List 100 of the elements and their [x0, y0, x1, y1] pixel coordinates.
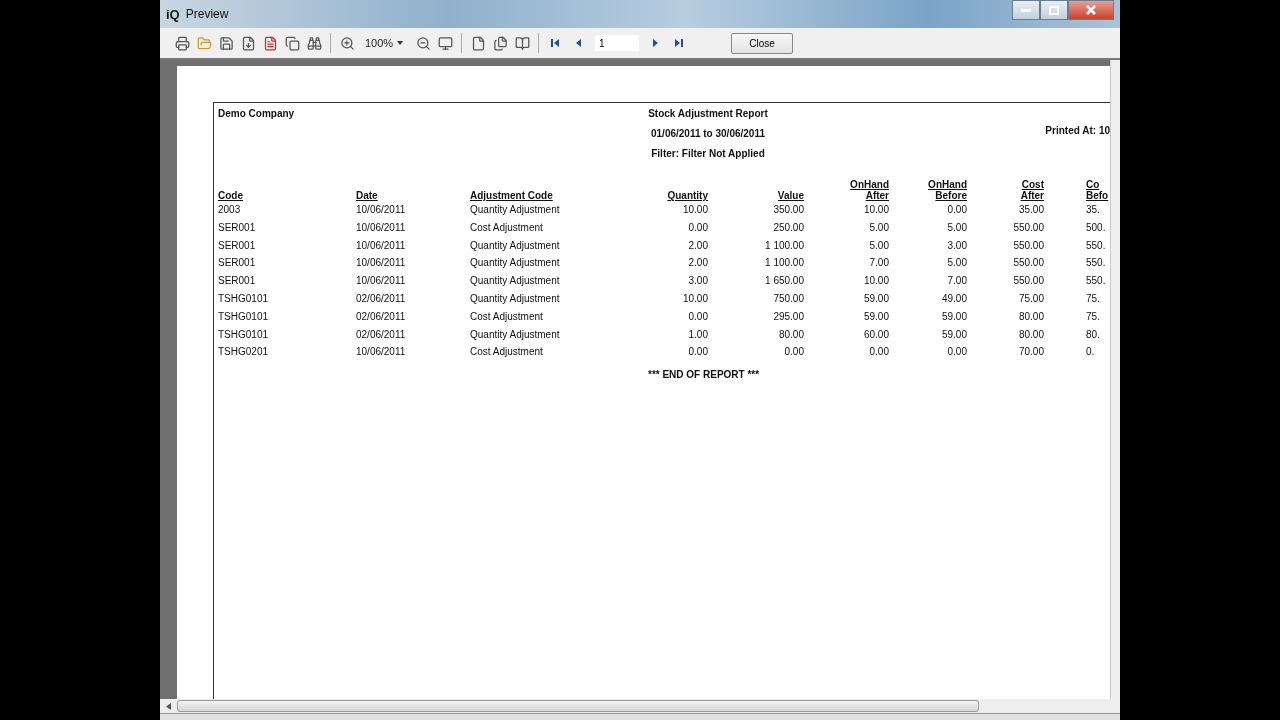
- table-cell-text: 7.00: [868, 256, 889, 271]
- column-header: Co Befo: [1085, 178, 1110, 201]
- table-cell-text: 10/06/2011: [356, 203, 407, 217]
- column-header: Code: [218, 189, 244, 201]
- table-cell-text: 2.00: [687, 256, 708, 271]
- table-cell-text: 35.: [1085, 203, 1101, 217]
- page-number-field[interactable]: 1: [595, 35, 639, 51]
- table-cell-text: 80.: [1085, 327, 1101, 342]
- table-cell-text: 59.00: [862, 292, 889, 306]
- table-cell-text: 550.00: [1012, 220, 1044, 235]
- table-cell-text: 0.00: [946, 203, 967, 217]
- table-cell-text: 1 100.00: [764, 256, 804, 271]
- table-cell-text: 80.00: [1017, 309, 1044, 324]
- table-cell-text: 59.00: [940, 309, 967, 324]
- column-header: OnHand After: [849, 178, 889, 201]
- table-cell-text: SER001: [218, 274, 257, 289]
- close-window-button[interactable]: [1068, 0, 1114, 20]
- table-cell-text: Quantity Adjustment: [470, 327, 561, 342]
- table-cell-text: 5.00: [946, 256, 967, 271]
- table-cell-text: Cost Adjustment: [470, 309, 544, 324]
- table-cell-text: 10/06/2011: [356, 220, 407, 235]
- table-cell-text: TSHG0101: [218, 292, 270, 306]
- table-cell-text: Quantity Adjustment: [470, 292, 561, 306]
- table-cell-text: 1 650.00: [764, 274, 804, 289]
- table-cell-text: 60.00: [862, 327, 889, 342]
- table-cell-text: 75.: [1085, 309, 1101, 324]
- table-cell-text: Quantity Adjustment: [470, 256, 561, 271]
- column-header: Date: [356, 189, 379, 201]
- table-cell-text: 75.00: [1017, 292, 1044, 306]
- table-cell-text: 0.: [1085, 345, 1096, 360]
- report-period: 01/06/2011 to 30/06/2011: [651, 128, 765, 139]
- report-filter: Filter: Filter Not Applied: [651, 148, 765, 159]
- table-cell-text: 0.00: [687, 220, 708, 235]
- close-icon: [1086, 5, 1096, 15]
- company-name: Demo Company: [218, 108, 296, 121]
- table-cell-text: 0.00: [783, 345, 804, 360]
- dropdown-caret-icon: [397, 41, 404, 45]
- minimize-icon: [1021, 8, 1031, 12]
- table-cell-text: 550.00: [1012, 238, 1044, 253]
- table-cell-text: TSHG0101: [218, 309, 270, 324]
- table-cell-text: 550.: [1085, 274, 1107, 289]
- maximize-button[interactable]: [1040, 0, 1068, 20]
- table-cell-text: Cost Adjustment: [470, 345, 544, 360]
- vertical-scrollbar[interactable]: [1110, 60, 1120, 699]
- table-cell-text: 7.00: [946, 274, 967, 289]
- table-cell-text: 750.00: [772, 292, 804, 306]
- table-cell-text: 10.00: [681, 203, 708, 217]
- table-cell-text: Cost Adjustment: [470, 220, 544, 235]
- table-cell-text: 0.00: [946, 345, 967, 360]
- table-cell-text: Quantity Adjustment: [470, 203, 561, 217]
- table-cell-text: 5.00: [946, 220, 967, 235]
- table-cell-text: 1.00: [687, 327, 708, 342]
- table-cell-text: 550.: [1085, 238, 1107, 253]
- table-cell-text: 10.00: [862, 203, 889, 217]
- table-cell-text: 49.00: [940, 292, 967, 306]
- zoom-combo[interactable]: 100%: [359, 37, 411, 49]
- printed-at: Printed At: 10: [1044, 125, 1110, 138]
- scroll-thumb[interactable]: [177, 700, 979, 712]
- table-cell-text: SER001: [218, 238, 257, 253]
- table-cell-text: 10/06/2011: [356, 238, 407, 253]
- horizontal-scrollbar[interactable]: [160, 699, 1120, 713]
- column-header: OnHand Before: [927, 178, 967, 201]
- table-cell-text: 250.00: [772, 220, 804, 235]
- table-cell-text: 59.00: [940, 327, 967, 342]
- table-cell-text: 550.: [1085, 256, 1107, 271]
- table-cell-text: TSHG0101: [218, 327, 270, 342]
- table-cell-text: 0.00: [687, 345, 708, 360]
- minimize-button[interactable]: [1012, 0, 1040, 20]
- last-page-icon[interactable]: [673, 37, 685, 49]
- table-cell-text: 550.00: [1012, 274, 1044, 289]
- table-cell-text: 550.00: [1012, 256, 1044, 271]
- table-cell-text: 0.00: [687, 309, 708, 324]
- report-title: Stock Adjustment Report: [648, 108, 768, 119]
- table-cell-text: 10.00: [681, 292, 708, 306]
- scroll-left-icon[interactable]: [166, 702, 171, 710]
- table-cell-text: 02/06/2011: [356, 309, 407, 324]
- table-cell-text: 35.00: [1017, 203, 1044, 217]
- table-cell-text: 02/06/2011: [356, 327, 407, 342]
- table-cell-text: 5.00: [868, 220, 889, 235]
- close-button[interactable]: Close: [731, 32, 793, 54]
- table-cell-text: 5.00: [868, 238, 889, 253]
- table-cell-text: 2003: [218, 203, 242, 217]
- table-cell-text: 10/06/2011: [356, 256, 407, 271]
- table-cell-text: 80.00: [777, 327, 804, 342]
- table-cell-text: 3.00: [687, 274, 708, 289]
- first-page-icon[interactable]: [549, 37, 561, 49]
- table-cell-text: 350.00: [772, 203, 804, 217]
- maximize-icon: [1049, 5, 1059, 15]
- table-cell-text: 2.00: [687, 238, 708, 253]
- table-cell-text: 10/06/2011: [356, 345, 407, 360]
- table-cell-text: SER001: [218, 256, 257, 271]
- table-cell-text: Quantity Adjustment: [470, 238, 561, 253]
- table-cell-text: 75.: [1085, 292, 1101, 306]
- app-logo: iQ: [166, 6, 180, 22]
- column-header: Quantity: [666, 189, 708, 201]
- table-cell-text: 10/06/2011: [356, 274, 407, 289]
- table-cell-text: SER001: [218, 220, 257, 235]
- table-cell-text: 59.00: [862, 309, 889, 324]
- table-cell-text: 10.00: [862, 274, 889, 289]
- table-cell-text: 3.00: [946, 238, 967, 253]
